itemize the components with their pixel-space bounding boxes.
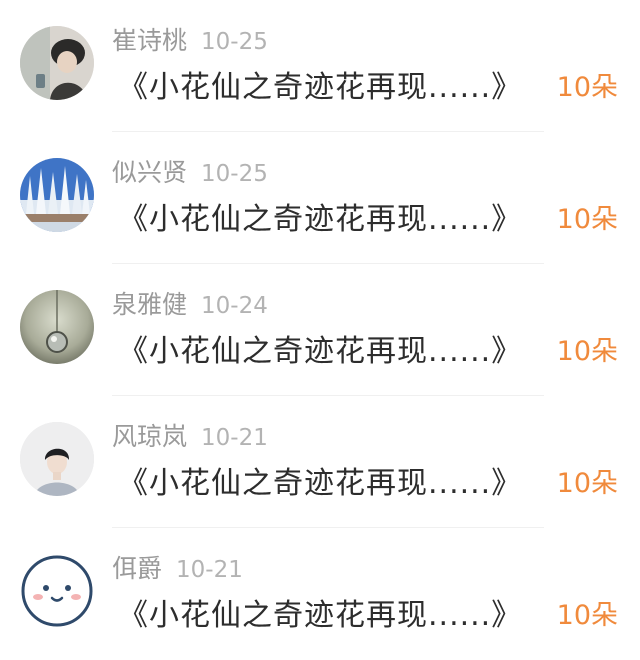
user-name[interactable]: 崔诗桃 xyxy=(112,26,187,55)
user-name-row: 似兴贤 10-25 xyxy=(112,156,268,191)
gift-record-list: 崔诗桃 10-25 《小花仙之奇迹花再现......》 10朵 似兴贤 10-25 xyxy=(0,0,640,650)
work-title[interactable]: 《小花仙之奇迹花再现......》 xyxy=(118,330,522,374)
flower-count: 10朵 xyxy=(556,468,618,499)
avatar-smiley-face-icon[interactable] xyxy=(20,554,94,628)
list-item[interactable]: 崔诗桃 10-25 《小花仙之奇迹花再现......》 10朵 xyxy=(0,0,640,132)
work-title[interactable]: 《小花仙之奇迹花再现......》 xyxy=(118,66,522,110)
work-title[interactable]: 《小花仙之奇迹花再现......》 xyxy=(118,198,522,242)
user-name[interactable]: 风琼岚 xyxy=(112,422,187,451)
user-name-row: 崔诗桃 10-25 xyxy=(112,24,268,59)
work-title[interactable]: 《小花仙之奇迹花再现......》 xyxy=(118,594,522,638)
list-item[interactable]: 泉雅健 10-24 《小花仙之奇迹花再现......》 10朵 xyxy=(0,264,640,396)
user-name[interactable]: 泉雅健 xyxy=(112,290,187,319)
avatar-snow-trees-icon[interactable] xyxy=(20,158,94,232)
flower-count: 10朵 xyxy=(556,204,618,235)
date-label: 10-21 xyxy=(201,425,268,451)
date-label: 10-25 xyxy=(201,161,268,187)
list-item[interactable]: 风琼岚 10-21 《小花仙之奇迹花再现......》 10朵 xyxy=(0,396,640,528)
avatar-water-drop-icon[interactable] xyxy=(20,290,94,364)
list-item[interactable]: 佴爵 10-21 《小花仙之奇迹花再现......》 10朵 xyxy=(0,528,640,660)
avatar-girl-hat-icon[interactable] xyxy=(20,26,94,100)
user-name[interactable]: 似兴贤 xyxy=(112,158,187,187)
flower-count: 10朵 xyxy=(556,72,618,103)
user-name-row: 佴爵 10-21 xyxy=(112,552,243,587)
work-title[interactable]: 《小花仙之奇迹花再现......》 xyxy=(118,462,522,506)
list-item[interactable]: 似兴贤 10-25 《小花仙之奇迹花再现......》 10朵 xyxy=(0,132,640,264)
flower-count: 10朵 xyxy=(556,336,618,367)
avatar-boy-icon[interactable] xyxy=(20,422,94,496)
date-label: 10-25 xyxy=(201,29,268,55)
flower-count: 10朵 xyxy=(556,600,618,631)
user-name[interactable]: 佴爵 xyxy=(112,554,162,583)
user-name-row: 泉雅健 10-24 xyxy=(112,288,268,323)
date-label: 10-24 xyxy=(201,293,268,319)
user-name-row: 风琼岚 10-21 xyxy=(112,420,268,455)
date-label: 10-21 xyxy=(176,557,243,583)
